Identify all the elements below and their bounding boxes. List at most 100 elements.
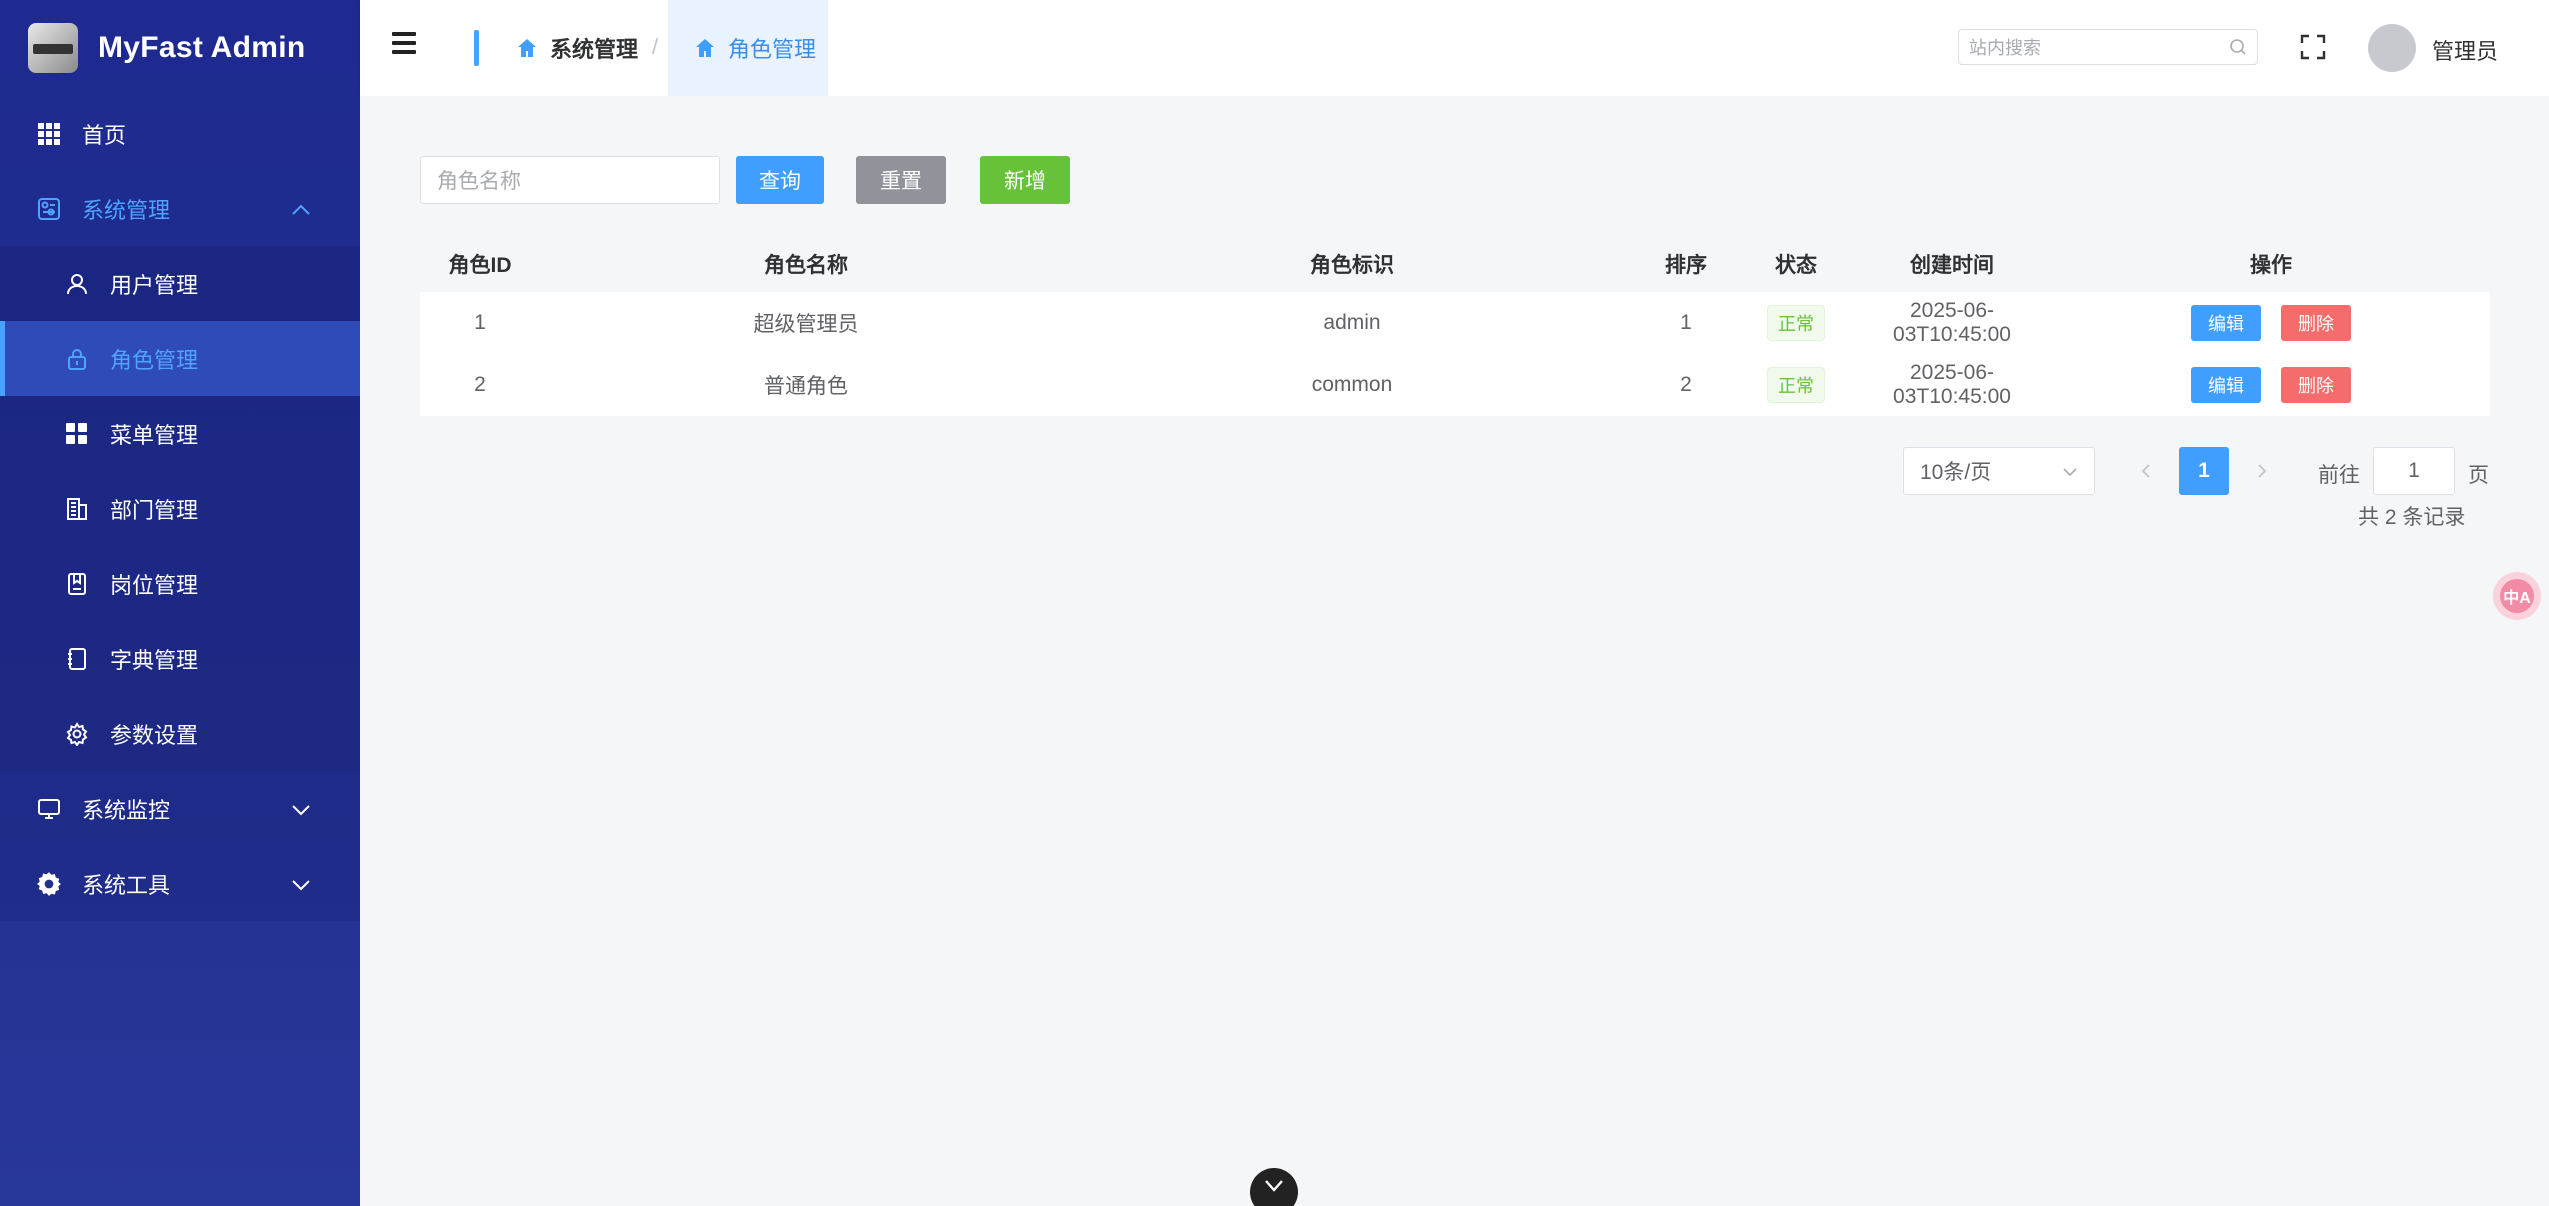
next-page-icon[interactable] (2250, 459, 2274, 483)
page-size-select[interactable]: 10条/页 (1903, 447, 2095, 495)
column-header: 创建时间 (1910, 254, 1994, 277)
breadcrumb-label: 系统管理 (550, 37, 639, 62)
notebook-icon (64, 646, 90, 672)
sidebar-item-label: 字典管理 (110, 647, 199, 673)
menu-item-label: 系统工具 (82, 872, 171, 898)
cell-role-id: 2 (474, 373, 486, 396)
header-divider (474, 30, 479, 66)
role-name-input[interactable]: 角色名称 (420, 156, 720, 204)
sidebar-item-label: 用户管理 (110, 272, 199, 298)
breadcrumb-item-roles[interactable]: 角色管理 (668, 0, 828, 96)
status-badge: 正常 (1767, 367, 1825, 403)
user-icon (64, 271, 90, 297)
column-header: 状态 (1775, 254, 1817, 277)
prev-page-icon[interactable] (2134, 459, 2158, 483)
badge-icon (64, 571, 90, 597)
goto-label: 前往 (2318, 464, 2360, 487)
fullscreen-icon[interactable] (2300, 34, 2326, 60)
search-placeholder: 站内搜索 (1969, 38, 2041, 58)
table-header: 角色ID 角色名称 角色标识 排序 状态 创建时间 操作 (420, 236, 2490, 292)
menu-item-home[interactable]: 首页 (0, 96, 360, 171)
menu-item-tools[interactable]: 系统工具 (0, 846, 360, 921)
cell-role-name: 普通角色 (764, 375, 848, 398)
cell-sort: 1 (1680, 311, 1692, 334)
sidebar-item-label: 岗位管理 (110, 572, 199, 598)
breadcrumb-label: 角色管理 (728, 37, 817, 62)
menu-item-monitor[interactable]: 系统监控 (0, 771, 360, 846)
sidebar-item-users[interactable]: 用户管理 (0, 246, 360, 321)
logo-image (28, 23, 78, 73)
cell-role-name: 超级管理员 (753, 313, 859, 336)
cog-icon (36, 871, 62, 897)
cell-actions: 编辑 删除 (2052, 305, 2490, 341)
sidebar-item-label: 角色管理 (110, 347, 199, 373)
top-header: 系统管理 / 角色管理 站内搜索 管理员 (360, 0, 2549, 96)
chevron-up-icon (292, 204, 310, 215)
delete-button[interactable]: 删除 (2281, 305, 2351, 341)
user-name[interactable]: 管理员 (2432, 34, 2498, 66)
total-records: 共 2 条记录 (2358, 506, 2466, 529)
cell-role-key: common (1311, 373, 1393, 396)
sidebar-item-label: 菜单管理 (110, 422, 199, 448)
sidebar-item-menus[interactable]: 菜单管理 (0, 396, 360, 471)
table-row: 2 普通角色 common 2 正常 2025-06-03T10:45:00 编… (420, 354, 2490, 416)
main-content: 角色名称 查询 重置 新增 角色ID 角色名称 角色标识 排序 状态 创建时间 … (360, 96, 2549, 1206)
menu-item-label: 首页 (82, 122, 127, 148)
query-button[interactable]: 查询 (736, 156, 824, 204)
page-size-value: 10条/页 (1920, 461, 1992, 484)
column-header: 排序 (1665, 254, 1707, 277)
search-icon (2230, 39, 2246, 55)
sidebar-item-posts[interactable]: 岗位管理 (0, 546, 360, 621)
translate-float-button[interactable]: 中A (2493, 572, 2541, 620)
grid-icon (64, 421, 90, 447)
role-table: 角色ID 角色名称 角色标识 排序 状态 创建时间 操作 1 超级管理员 adm… (420, 236, 2490, 416)
add-button[interactable]: 新增 (980, 156, 1070, 204)
sidebar-item-label: 参数设置 (110, 722, 199, 748)
search-toolbar: 角色名称 查询 重置 新增 (420, 156, 1070, 204)
cell-status: 正常 (1740, 367, 1852, 403)
status-badge: 正常 (1767, 305, 1825, 341)
cell-status: 正常 (1740, 305, 1852, 341)
breadcrumb-item-system[interactable]: 系统管理 (516, 0, 638, 96)
chevron-down-icon (292, 880, 310, 891)
site-search-input[interactable]: 站内搜索 (1958, 29, 2258, 65)
sidebar-item-label: 部门管理 (110, 497, 199, 523)
menu-item-label: 系统监控 (82, 797, 171, 823)
system-icon (36, 196, 62, 222)
breadcrumb-separator: / (652, 34, 659, 59)
chevron-down-icon (1265, 1180, 1283, 1192)
monitor-icon (36, 796, 62, 822)
cell-created: 2025-06-03T10:45:00 (1893, 299, 2011, 346)
column-header: 操作 (2250, 254, 2292, 277)
page-number-current[interactable]: 1 (2179, 447, 2229, 495)
grid-icon (36, 121, 62, 147)
column-header: 角色名称 (764, 254, 848, 277)
translate-icon: 中A (2500, 579, 2534, 613)
edit-button[interactable]: 编辑 (2191, 305, 2261, 341)
logo-row[interactable]: MyFast Admin (0, 0, 360, 96)
delete-button[interactable]: 删除 (2281, 367, 2351, 403)
cell-created: 2025-06-03T10:45:00 (1893, 361, 2011, 408)
sidebar-item-roles[interactable]: 角色管理 (0, 321, 360, 396)
table-row: 1 超级管理员 admin 1 正常 2025-06-03T10:45:00 编… (420, 292, 2490, 354)
column-header: 角色ID (448, 254, 512, 277)
sidebar-item-params[interactable]: 参数设置 (0, 696, 360, 771)
reset-button[interactable]: 重置 (856, 156, 946, 204)
role-name-placeholder: 角色名称 (437, 170, 521, 193)
lock-icon (64, 346, 90, 372)
system-submenu: 用户管理 角色管理 菜单管理 部门管理 岗位管理 字典管理 参数设置 (0, 246, 360, 771)
pagination: 10条/页 1 前往 1 页 (360, 447, 2549, 495)
sidebar-item-departments[interactable]: 部门管理 (0, 471, 360, 546)
goto-suffix: 页 (2468, 464, 2489, 487)
chevron-down-icon (2063, 468, 2077, 477)
edit-button[interactable]: 编辑 (2191, 367, 2261, 403)
column-header: 角色标识 (1310, 254, 1394, 277)
avatar[interactable] (2368, 24, 2416, 72)
home-icon (696, 39, 714, 57)
app-title: MyFast Admin (98, 31, 306, 64)
hamburger-icon[interactable] (392, 32, 416, 54)
sidebar-item-dictionary[interactable]: 字典管理 (0, 621, 360, 696)
cell-sort: 2 (1680, 373, 1692, 396)
goto-page-input[interactable]: 1 (2373, 447, 2455, 495)
menu-item-system[interactable]: 系统管理 (0, 171, 360, 246)
